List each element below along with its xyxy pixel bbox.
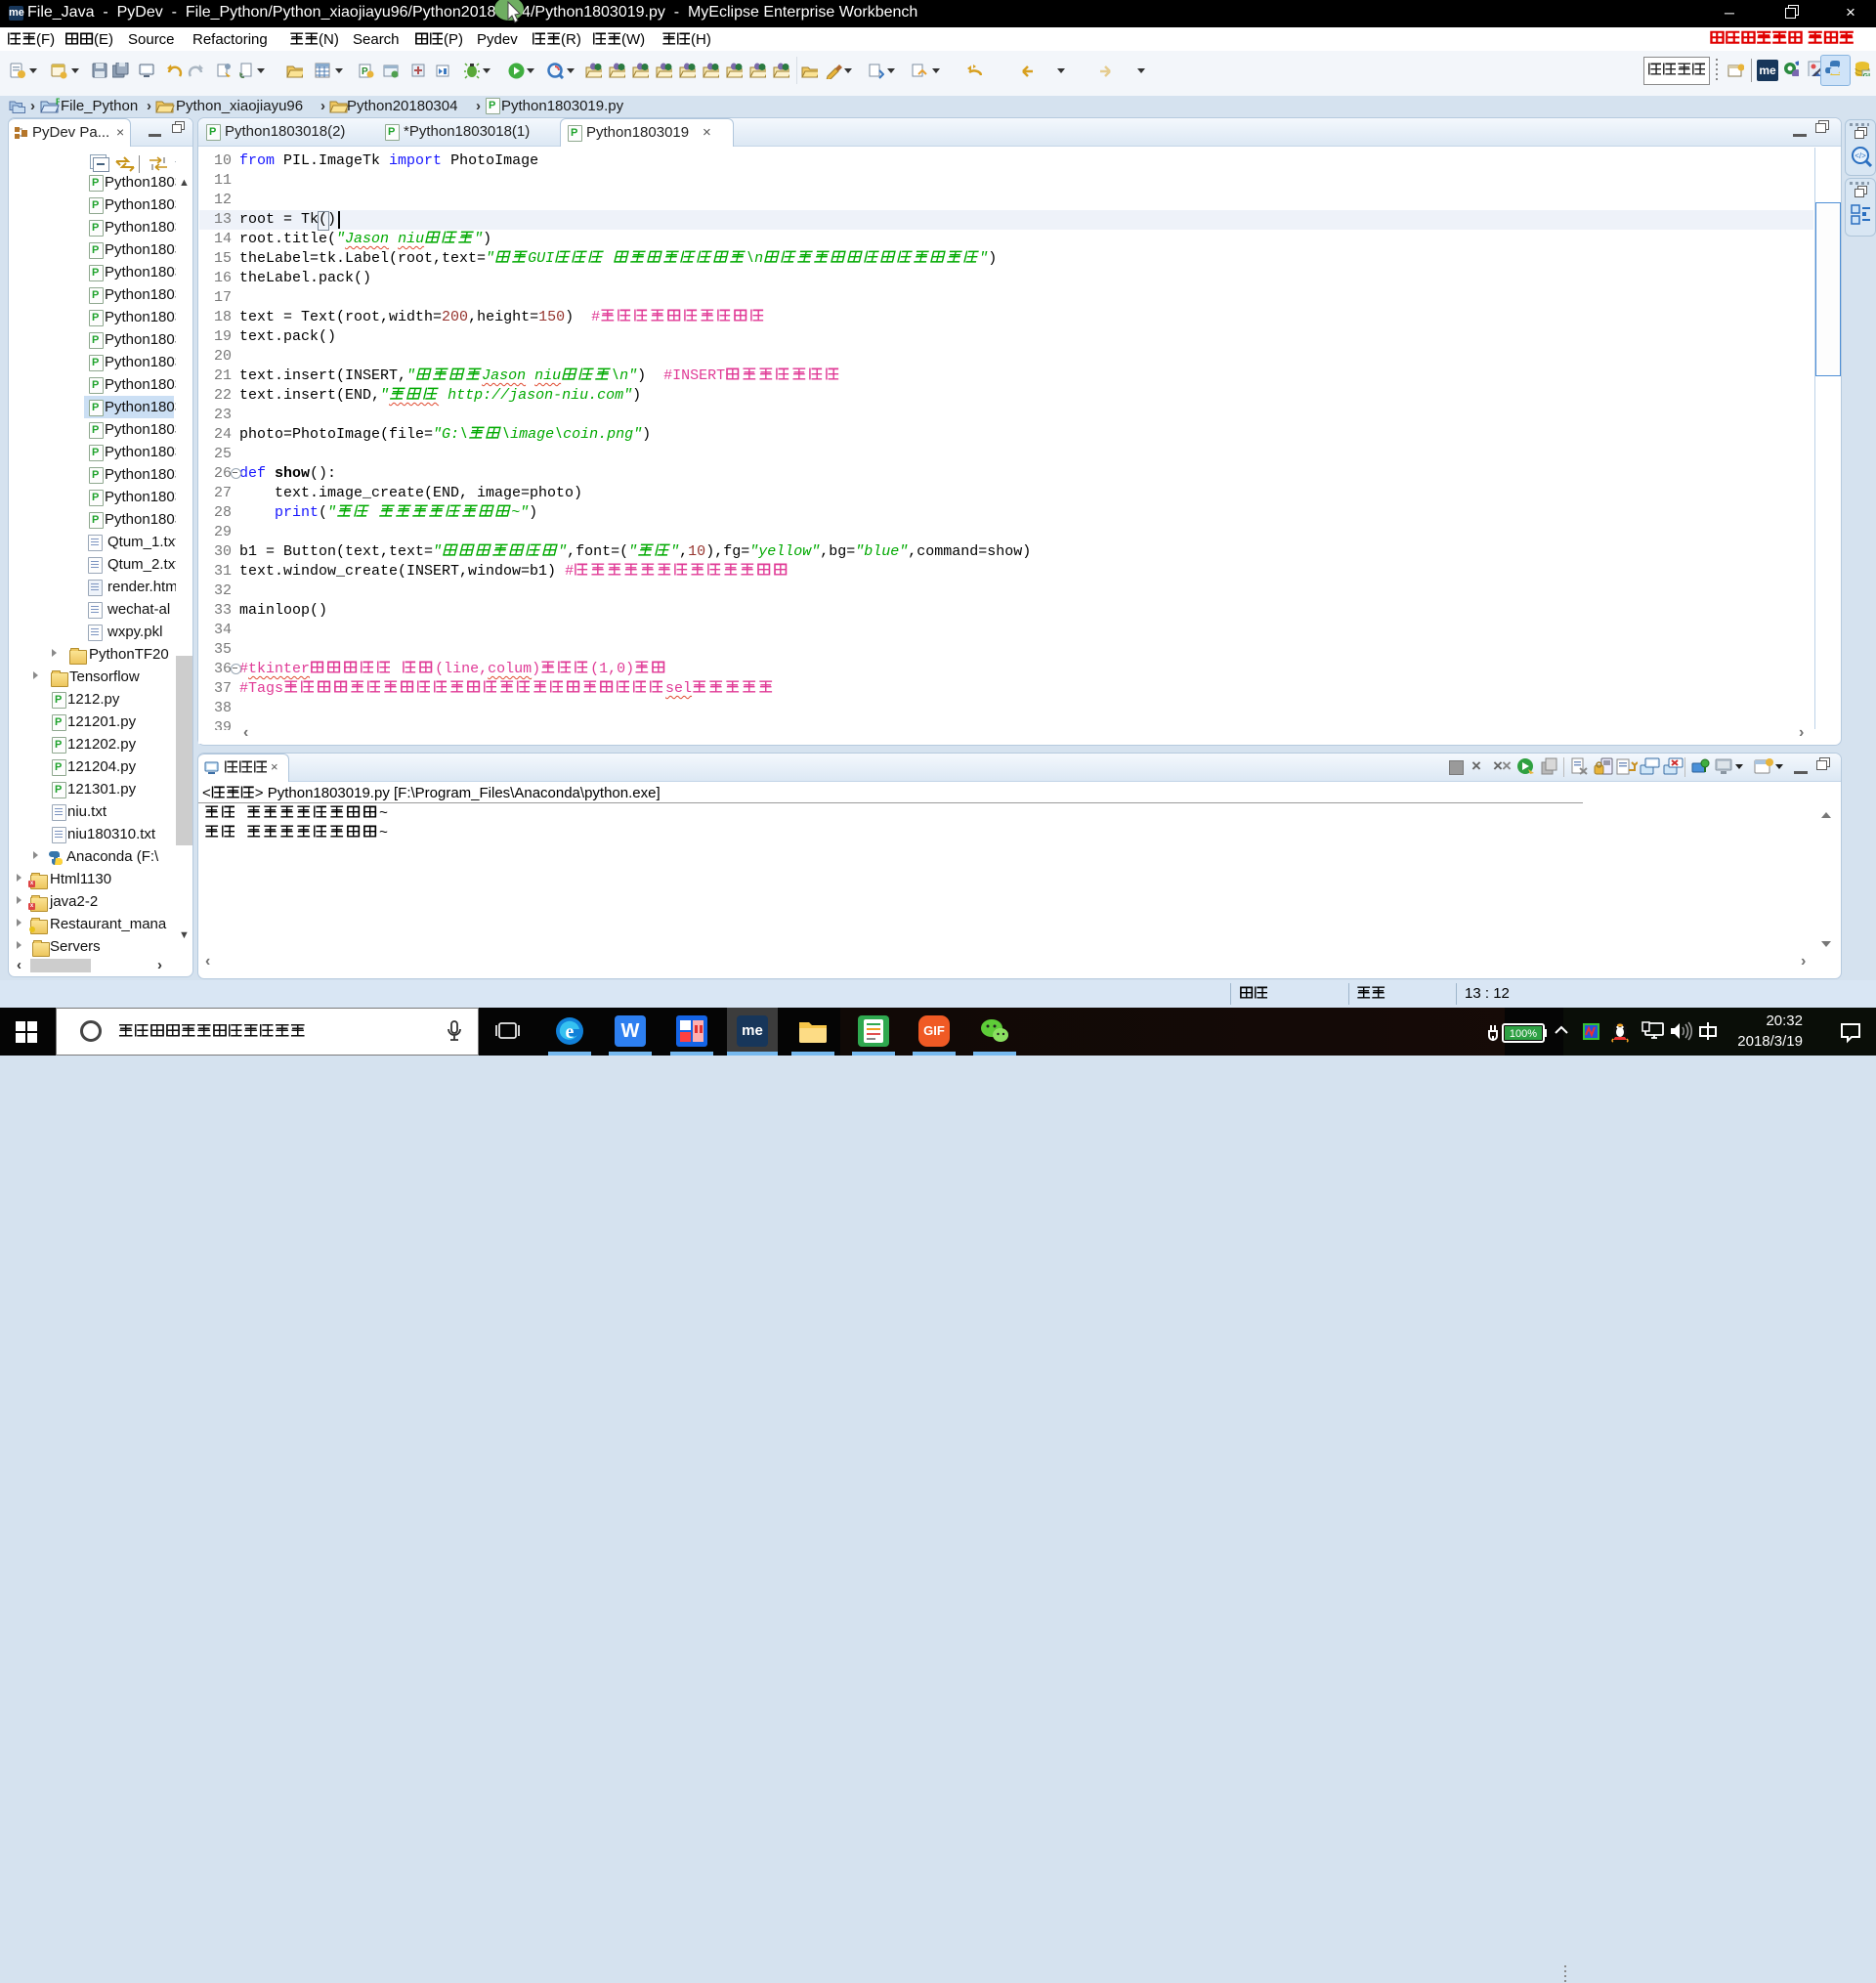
- svg-text:</>: </>: [1855, 151, 1866, 160]
- svg-text:100%: 100%: [1510, 1028, 1537, 1040]
- svg-text:P: P: [56, 98, 60, 107]
- svg-text:e: e: [566, 1021, 575, 1043]
- svg-text:GIT: GIT: [1863, 73, 1870, 76]
